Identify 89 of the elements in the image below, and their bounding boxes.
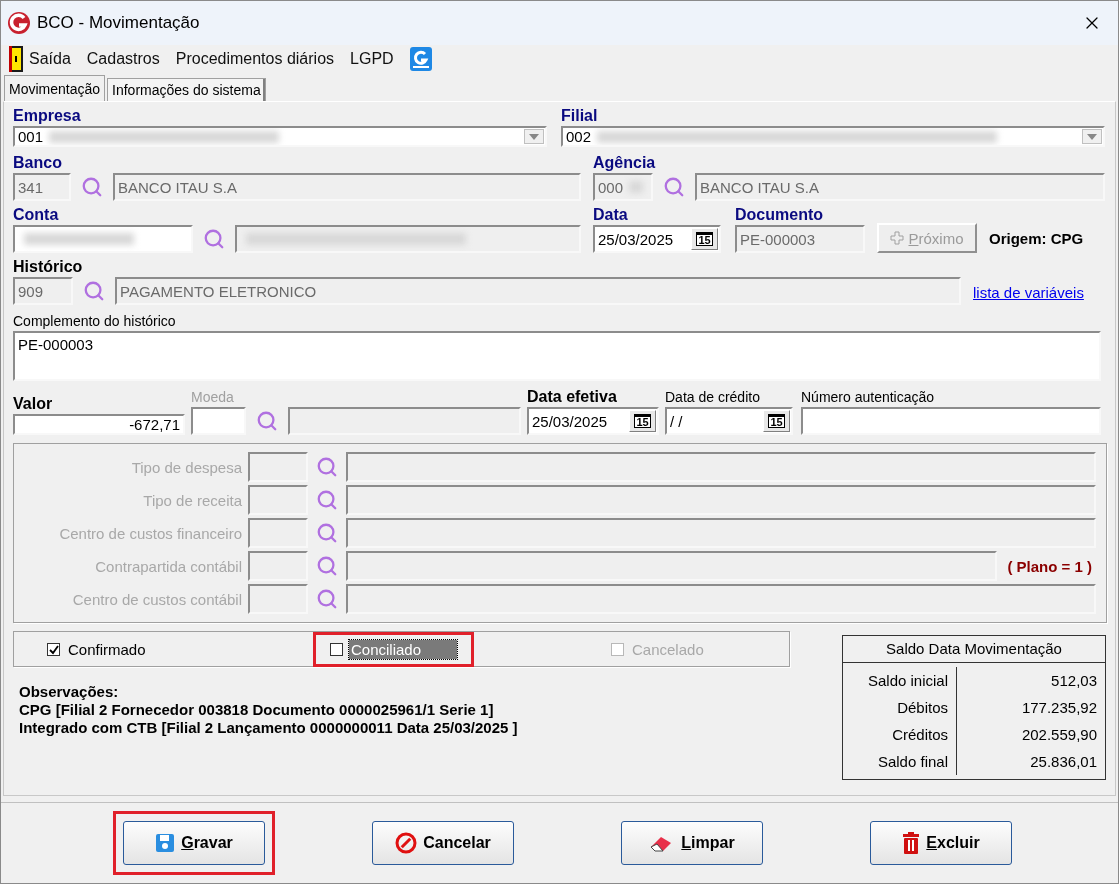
- field-label: Centro de custos contábil: [71, 590, 242, 608]
- table-cell-text: 202.559,90: [1020, 725, 1098, 745]
- menu-item[interactable]: LGPD: [346, 48, 402, 70]
- complement-textarea[interactable]: PE-000003: [13, 331, 1101, 381]
- window-title: BCO - Movimentação: [37, 13, 201, 33]
- code-field[interactable]: [248, 518, 308, 548]
- menu-item[interactable]: Saída: [5, 44, 79, 74]
- filial-combo[interactable]: 002: [561, 126, 1105, 147]
- observation-line: Integrado com CTB [Filial 2 Lançamento 0000000011 Data 25/03/2025 ]: [19, 719, 519, 737]
- action-button[interactable]: Cancelar: [372, 821, 514, 865]
- table-cell-text: 25.836,01: [1029, 752, 1098, 772]
- date-field[interactable]: 25/03/2025 15: [593, 225, 721, 253]
- code-field[interactable]: 341: [13, 173, 71, 201]
- code-field[interactable]: [248, 551, 308, 581]
- observation-line: CPG [Filial 2 Fornecedor 003818 Documento 0000025961/1 Serie 1]: [19, 701, 495, 719]
- table-cell: Débitos: [843, 694, 957, 721]
- value-field[interactable]: -672,71: [13, 414, 185, 435]
- tab[interactable]: Informações do sistema: [107, 78, 266, 101]
- field-label: Empresa: [13, 106, 82, 126]
- field-label: Data: [593, 205, 629, 225]
- checkbox[interactable]: Conciliado: [313, 632, 475, 667]
- calendar-button[interactable]: 15: [691, 228, 718, 250]
- field-label: Centro de custos financeiro: [58, 524, 242, 542]
- table-cell-text: 512,03: [1050, 671, 1098, 691]
- search-icon: [316, 456, 338, 478]
- name-field: BANCO ITAU S.A: [113, 173, 581, 201]
- menu-item[interactable]: Procedimentos diários: [171, 48, 343, 70]
- trash-icon: [902, 832, 921, 854]
- date-field[interactable]: / / 15: [665, 407, 793, 435]
- menu-item[interactable]: Cadastros: [82, 48, 168, 70]
- field-label: Data de crédito: [665, 388, 761, 407]
- table-cell-text: 177.235,92: [1020, 698, 1098, 718]
- empresa-combo[interactable]: 001: [13, 126, 547, 147]
- field-label: Complemento do histórico: [13, 312, 177, 331]
- table-cell: Saldo inicial: [843, 667, 957, 694]
- date-field[interactable]: 25/03/2025 15: [527, 407, 659, 435]
- code-field[interactable]: 000: [593, 173, 653, 201]
- code-field[interactable]: 909: [13, 277, 73, 305]
- code-field[interactable]: [248, 452, 308, 482]
- check-icon: [48, 644, 59, 655]
- field-label: Conta: [13, 205, 60, 225]
- search-icon: [316, 588, 338, 610]
- code-field[interactable]: [191, 407, 246, 435]
- action-button[interactable]: Excluir: [870, 821, 1012, 865]
- field-label: Histórico: [13, 257, 84, 277]
- search-icon: [256, 410, 278, 432]
- field-label: Agência: [593, 153, 657, 173]
- field-label: Moeda: [191, 388, 235, 407]
- search-icon: [316, 522, 338, 544]
- field-label: Contrapartida contábil: [94, 557, 242, 575]
- code-field[interactable]: [248, 584, 308, 614]
- field-label: Filial: [561, 106, 599, 126]
- table-cell: Créditos: [843, 721, 957, 748]
- field-label: Tipo de despesa: [130, 458, 242, 476]
- name-field: BANCO ITAU S.A: [695, 173, 1105, 201]
- door-icon: [9, 46, 23, 72]
- checkbox[interactable]: Confirmado: [30, 632, 165, 667]
- tab[interactable]: Movimentação: [4, 75, 106, 101]
- search-icon: [203, 228, 225, 250]
- calendar-button[interactable]: 15: [763, 410, 790, 432]
- search-icon: [316, 555, 338, 577]
- field-label: Documento: [735, 205, 824, 225]
- app-logo: [7, 11, 31, 35]
- code-field[interactable]: [248, 485, 308, 515]
- observations-title: Observações:: [19, 683, 120, 701]
- field-label: Data efetiva: [527, 387, 618, 407]
- field-label: Banco: [13, 153, 63, 173]
- name-field: PAGAMENTO ELETRONICO: [115, 277, 961, 305]
- field-label: Valor: [13, 394, 54, 414]
- field-label: Número autenticação: [801, 388, 936, 407]
- authentication-field[interactable]: [801, 407, 1101, 435]
- plus-icon: [890, 231, 905, 245]
- code-field[interactable]: [13, 225, 193, 253]
- prohibited-icon: [395, 832, 418, 854]
- action-button[interactable]: Gravar: [123, 821, 265, 865]
- search-icon: [83, 280, 105, 302]
- document-field[interactable]: PE-000003: [735, 225, 865, 253]
- action-button[interactable]: Limpar: [621, 821, 763, 865]
- floppy-icon: [155, 833, 176, 853]
- origin-text: Origem: CPG: [989, 229, 1084, 247]
- table-cell: Saldo final: [843, 748, 957, 775]
- search-icon: [663, 176, 685, 198]
- variables-link[interactable]: lista de variáveis: [973, 284, 1084, 301]
- plan-note: ( Plano = 1 ): [1006, 557, 1093, 575]
- field-label: Tipo de receita: [142, 491, 242, 509]
- balance-title: Saldo Data Movimentação: [843, 636, 1105, 663]
- search-icon: [81, 176, 103, 198]
- calendar-button[interactable]: 15: [629, 410, 656, 432]
- search-icon: [316, 489, 338, 511]
